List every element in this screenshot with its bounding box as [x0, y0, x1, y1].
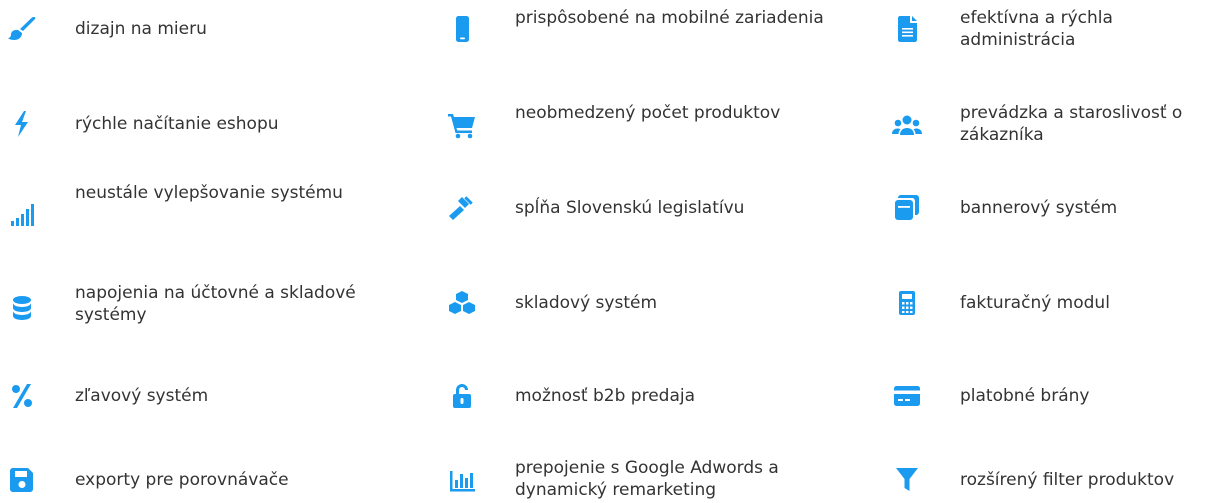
feature-item: neustále vylepšovanie systému	[0, 182, 410, 226]
feature-item: efektívna a rýchla administrácia	[885, 7, 1211, 51]
feature-label: skladový systém	[515, 293, 658, 313]
mobile-phone-icon	[440, 13, 484, 45]
gavel-icon	[440, 192, 484, 224]
credit-card-icon	[885, 380, 929, 412]
feature-item: skladový systém	[440, 287, 840, 319]
feature-item: napojenia na účtovné a skladové systémy	[0, 282, 410, 326]
percent-icon	[0, 380, 44, 412]
shopping-cart-icon	[440, 110, 484, 142]
calculator-icon	[885, 287, 929, 319]
feature-item: bannerový systém	[885, 192, 1211, 224]
feature-item: platobné brány	[885, 380, 1211, 412]
feature-item: fakturačný modul	[885, 287, 1211, 319]
feature-label: neobmedzený počet produktov	[515, 103, 781, 123]
feature-item: prevádzka a staroslivosť o zákazníka	[885, 102, 1211, 146]
cubes-icon	[440, 287, 484, 319]
feature-label: prispôsobené na mobilné zariadenia	[515, 8, 824, 28]
users-icon	[885, 110, 929, 142]
feature-label: platobné brány	[960, 386, 1090, 406]
feature-label: bannerový systém	[960, 198, 1118, 218]
document-icon	[885, 13, 929, 45]
filter-icon	[885, 464, 929, 496]
feature-item: prispôsobené na mobilné zariadenia	[440, 7, 840, 51]
bar-chart-icon	[440, 465, 484, 497]
feature-label: napojenia na účtovné a skladové systémy	[75, 283, 356, 325]
paintbrush-icon	[0, 13, 44, 45]
floppy-disk-icon	[0, 464, 44, 496]
feature-item: rýchle načítanie eshopu	[0, 108, 410, 140]
feature-label: exporty pre porovnávače	[75, 470, 289, 490]
feature-item: rozšírený filter produktov	[885, 464, 1211, 496]
feature-label: možnosť b2b predaja	[515, 386, 696, 406]
feature-item: prepojenie s Google Adwords a dynamický …	[440, 457, 840, 501]
features-grid: dizajn na mieru rýchle načítanie eshopu …	[0, 0, 1211, 503]
feature-label: zľavový systém	[75, 386, 209, 406]
feature-label: rýchle načítanie eshopu	[75, 114, 279, 134]
feature-label: neustále vylepšovanie systému	[75, 183, 343, 203]
lightning-bolt-icon	[0, 108, 44, 140]
feature-label: prevádzka a staroslivosť o zákazníka	[960, 103, 1183, 145]
feature-item: zľavový systém	[0, 380, 410, 412]
feature-label: efektívna a rýchla administrácia	[960, 8, 1113, 50]
feature-item: neobmedzený počet produktov	[440, 102, 840, 146]
database-icon	[0, 292, 44, 324]
signal-bars-icon	[0, 198, 44, 230]
clone-icon	[885, 192, 929, 224]
feature-item: možnosť b2b predaja	[440, 380, 840, 412]
feature-item: exporty pre porovnávače	[0, 464, 410, 496]
feature-item: dizajn na mieru	[0, 13, 410, 45]
feature-item: spĺňa Slovenskú legislatívu	[440, 192, 840, 224]
unlock-icon	[440, 380, 484, 412]
feature-label: fakturačný modul	[960, 293, 1110, 313]
feature-label: rozšírený filter produktov	[960, 470, 1175, 490]
feature-label: prepojenie s Google Adwords a dynamický …	[515, 458, 779, 500]
feature-label: spĺňa Slovenskú legislatívu	[515, 198, 745, 218]
feature-label: dizajn na mieru	[75, 19, 207, 39]
